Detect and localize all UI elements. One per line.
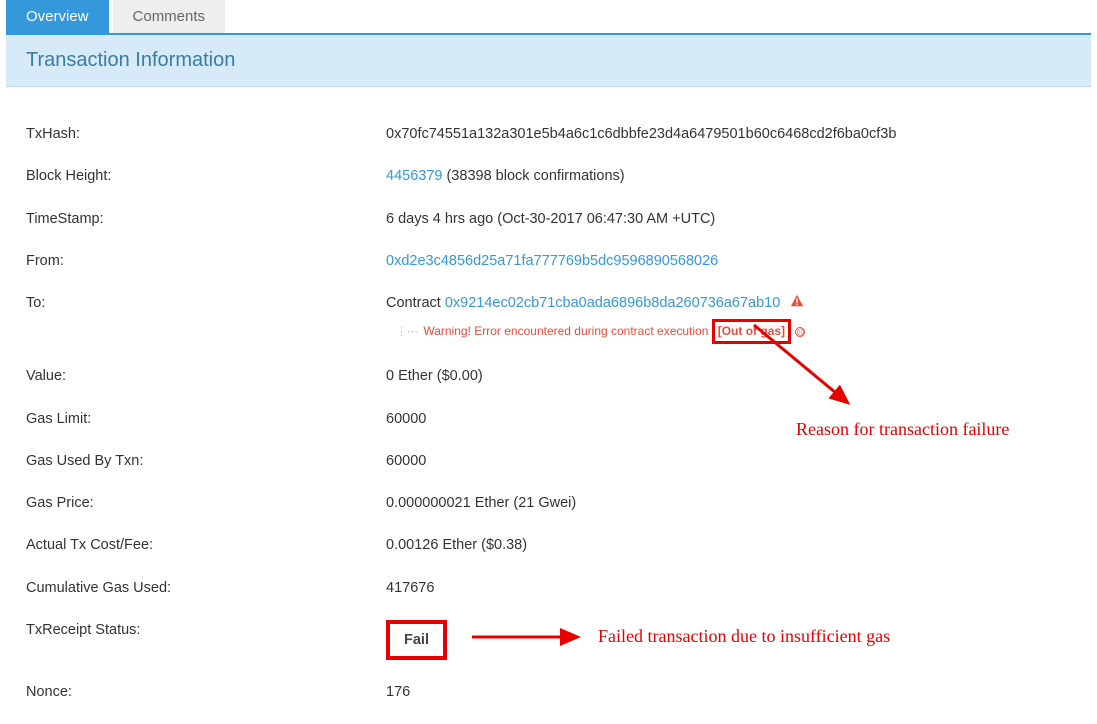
gas-used-value: 60000: [386, 451, 1071, 471]
gas-limit-value: 60000: [386, 409, 1071, 429]
tabs: Overview Comments: [6, 0, 1091, 35]
from-label: From:: [26, 251, 386, 271]
txhash-value: 0x70fc74551a132a301e5b4a6c1c6dbbfe23d4a6…: [386, 124, 1071, 144]
txhash-label: TxHash:: [26, 124, 386, 144]
receipt-status-value: Fail: [386, 620, 447, 660]
block-confirmations: (38398 block confirmations): [442, 168, 624, 184]
block-height-link[interactable]: 4456379: [386, 168, 442, 184]
receipt-status-label: TxReceipt Status:: [26, 620, 386, 640]
gas-price-label: Gas Price:: [26, 493, 386, 513]
gas-used-label: Gas Used By Txn:: [26, 451, 386, 471]
value-label: Value:: [26, 366, 386, 386]
annotation-failed: Failed transaction due to insufficient g…: [598, 624, 890, 649]
tab-overview[interactable]: Overview: [6, 0, 109, 33]
nonce-label: Nonce:: [26, 682, 386, 702]
warning-text: Warning! Error encountered during contra…: [423, 324, 711, 338]
gas-limit-label: Gas Limit:: [26, 409, 386, 429]
tree-branch-icon: ⋮⋯: [396, 326, 418, 338]
block-height-label: Block Height:: [26, 166, 386, 186]
sad-icon: ☹: [795, 327, 805, 337]
timestamp-label: TimeStamp:: [26, 209, 386, 229]
tab-comments[interactable]: Comments: [113, 0, 226, 33]
out-of-gas-tag: [Out of gas]: [712, 319, 791, 344]
from-address-link[interactable]: 0xd2e3c4856d25a71fa777769b5dc95968905680…: [386, 253, 718, 269]
nonce-value: 176: [386, 682, 1071, 702]
gas-price-value: 0.000000021 Ether (21 Gwei): [386, 493, 1071, 513]
cumulative-gas-label: Cumulative Gas Used:: [26, 578, 386, 598]
value-value: 0 Ether ($0.00): [386, 366, 1071, 386]
timestamp-value: 6 days 4 hrs ago (Oct-30-2017 06:47:30 A…: [386, 209, 1071, 229]
warning-icon: [790, 294, 804, 314]
to-prefix: Contract: [386, 295, 445, 311]
cumulative-gas-value: 417676: [386, 578, 1071, 598]
to-label: To:: [26, 293, 386, 313]
annotation-arrow-failed: [468, 626, 588, 648]
cost-value: 0.00126 Ether ($0.38): [386, 535, 1071, 555]
panel-title: Transaction Information: [6, 35, 1091, 87]
to-address-link[interactable]: 0x9214ec02cb71cba0ada6896b8da260736a67ab…: [445, 295, 780, 311]
cost-label: Actual Tx Cost/Fee:: [26, 535, 386, 555]
panel-body: TxHash: 0x70fc74551a132a301e5b4a6c1c6dbb…: [6, 87, 1091, 724]
